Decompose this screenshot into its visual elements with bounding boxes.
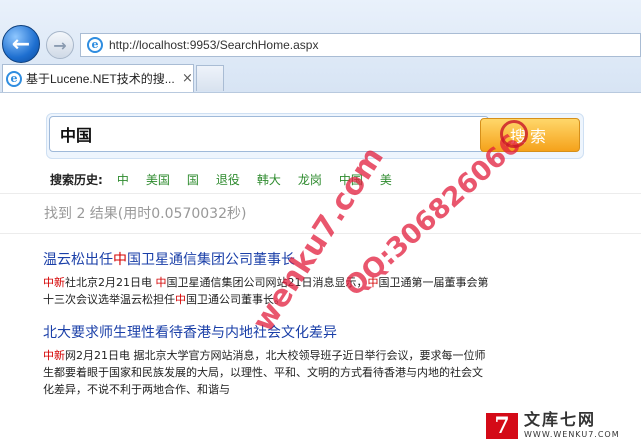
result-title-link[interactable]: 温云松出任中国卫星通信集团公司董事长	[43, 249, 493, 269]
snippet-highlight: 中	[155, 276, 167, 289]
tab-search-home[interactable]: e 基于Lucene.NET技术的搜... ×	[2, 64, 194, 92]
snippet-text: 社北京2月21日电	[65, 276, 156, 289]
result-title-link[interactable]: 北大要求师生理性看待香港与内地社会文化差异	[43, 322, 493, 342]
back-arrow-icon: ←	[11, 31, 31, 57]
history-item[interactable]: 韩大	[257, 171, 281, 188]
search-input[interactable]	[49, 116, 489, 152]
result-item: 温云松出任中国卫星通信集团公司董事长 中新社北京2月21日电 中国卫星通信集团公…	[43, 249, 493, 308]
history-item[interactable]: 国	[187, 171, 199, 188]
result-count: 找到 2 结果(用时0.0570032秒)	[44, 206, 247, 222]
title-highlight: 中	[113, 252, 127, 268]
divider	[0, 233, 641, 234]
brand-name: 文库七网	[524, 410, 597, 429]
history-item[interactable]: 中国	[339, 171, 363, 188]
watermark-circle	[500, 120, 528, 148]
history-item[interactable]: 龙岗	[298, 171, 322, 188]
tab-title: 基于Lucene.NET技术的搜...	[26, 72, 175, 86]
snippet-text: 国卫通公司董事长。	[186, 293, 285, 306]
url-text[interactable]: http://localhost:9953/SearchHome.aspx	[109, 38, 318, 52]
browser-chrome: ← → e http://localhost:9953/SearchHome.a…	[0, 0, 641, 93]
result-snippet: 中新网2月21日电 据北京大学官方网站消息，北大校领导班子近日举行会议，要求每一…	[43, 347, 493, 398]
snippet-text: 国卫星通信集团公司网站21日消息显示，	[166, 276, 368, 289]
forward-button[interactable]: →	[46, 31, 74, 59]
history-item[interactable]: 美	[380, 171, 392, 188]
search-history: 搜索历史: 中 美国 国 退役 韩大 龙岗 中国 美	[50, 170, 409, 188]
snippet-highlight: 中	[367, 276, 379, 289]
history-item[interactable]: 退役	[216, 171, 240, 188]
title-text: 温云松出任	[43, 252, 113, 268]
brand-text: 文库七网 WWW.WENKU7.COM	[524, 410, 620, 440]
result-item: 北大要求师生理性看待香港与内地社会文化差异 中新网2月21日电 据北京大学官方网…	[43, 322, 493, 398]
address-bar[interactable]: e http://localhost:9953/SearchHome.aspx	[80, 33, 641, 57]
snippet-text: 网2月21日电 据北京大学官方网站消息，北大校领导班子近日举行会议，要求每一位师…	[43, 349, 486, 396]
title-text: 国卫星通信集团公司董事长	[127, 252, 295, 268]
divider	[0, 193, 641, 194]
history-item[interactable]: 美国	[146, 171, 170, 188]
snippet-highlight: 中新	[43, 349, 65, 362]
snippet-highlight: 中新	[43, 276, 65, 289]
forward-arrow-icon: →	[53, 35, 67, 55]
brand-url: WWW.WENKU7.COM	[524, 430, 620, 439]
ie-icon: e	[6, 70, 22, 87]
brand-mark: 7	[486, 412, 518, 439]
ie-icon: e	[87, 37, 103, 53]
snippet-highlight: 中	[175, 293, 186, 306]
history-item[interactable]: 中	[117, 171, 129, 188]
back-button[interactable]: ←	[2, 25, 40, 63]
brand-logo: 7 文库七网 WWW.WENKU7.COM	[486, 412, 620, 439]
new-tab-button[interactable]	[196, 65, 224, 91]
search-button[interactable]: 搜索	[480, 118, 580, 152]
history-label: 搜索历史:	[50, 172, 103, 187]
close-icon[interactable]: ×	[182, 71, 193, 86]
result-snippet: 中新社北京2月21日电 中国卫星通信集团公司网站21日消息显示，中国卫通第一届董…	[43, 274, 493, 308]
